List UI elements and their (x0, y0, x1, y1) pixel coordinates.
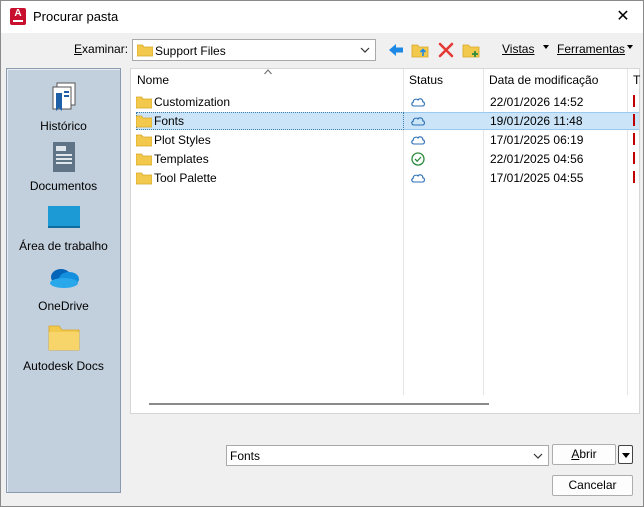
file-name: Customization (154, 95, 231, 109)
open-button-label-rest: brir (579, 447, 597, 461)
look-in-label: Examinar: (74, 42, 129, 56)
file-name: Templates (154, 152, 209, 166)
file-name: Tool Palette (154, 171, 217, 185)
file-row[interactable]: Templates 22/01/2025 04:56 (132, 150, 639, 168)
place-label: Autodesk Docs (23, 359, 104, 373)
tools-caret-icon[interactable] (627, 45, 633, 49)
places-bar: Histórico Documentos Área de trabalho On… (6, 68, 121, 493)
browse-folder-dialog: A Procurar pasta ✕ Examinar: Support Fil… (0, 0, 644, 507)
place-onedrive[interactable]: OneDrive (7, 255, 120, 315)
file-date: 19/01/2026 11:48 (490, 114, 583, 128)
folder-icon (136, 115, 152, 128)
place-label: OneDrive (38, 299, 89, 313)
folder-icon (136, 172, 152, 185)
file-row[interactable]: Tool Palette 17/01/2025 04:55 (132, 169, 639, 187)
caret-down-icon (622, 453, 630, 458)
folder-icon (137, 44, 153, 57)
onedrive-icon (50, 269, 79, 288)
file-name: Fonts (154, 114, 185, 128)
file-name: Plot Styles (154, 133, 211, 147)
views-menu-label: Vistas (502, 42, 535, 56)
type-cell-fragment (633, 171, 635, 183)
synced-check-icon (411, 152, 425, 166)
history-icon (52, 82, 76, 111)
delete-icon[interactable] (437, 41, 455, 59)
cancel-button[interactable]: Cancelar (552, 475, 633, 496)
place-label: Área de trabalho (19, 239, 108, 253)
file-list[interactable]: Nome Status Data de modificação T Custom… (130, 68, 640, 414)
look-in-label-rest: xaminar: (82, 42, 129, 56)
file-date: 22/01/2026 14:52 (490, 95, 584, 109)
tools-menu-label: Ferramentas (557, 42, 626, 56)
column-header-type[interactable]: T (627, 69, 640, 91)
dialog-title: Procurar pasta (33, 9, 119, 24)
file-date: 17/01/2025 04:55 (490, 171, 584, 185)
folder-name-value: Fonts (230, 449, 261, 463)
open-options-button[interactable] (618, 445, 633, 464)
column-header-name[interactable]: Nome (131, 69, 403, 91)
views-menu[interactable]: Vistas (502, 42, 534, 56)
back-arrow-icon[interactable] (387, 41, 405, 59)
type-cell-fragment (633, 95, 635, 107)
place-label: Histórico (40, 119, 87, 133)
cloud-icon (411, 117, 425, 126)
file-row[interactable]: Fonts 19/01/2026 11:48 (132, 112, 639, 130)
file-date: 22/01/2025 04:56 (490, 152, 584, 166)
chevron-down-icon (533, 453, 543, 459)
title-bar: A Procurar pasta ✕ (1, 1, 643, 33)
place-desktop[interactable]: Área de trabalho (7, 195, 120, 255)
column-header-date-modified[interactable]: Data de modificação (483, 69, 627, 91)
cloud-icon (411, 136, 425, 145)
type-cell-fragment (633, 114, 635, 126)
autodesk-docs-folder-icon (48, 325, 80, 351)
look-in-value: Support Files (155, 44, 226, 58)
place-documents[interactable]: Documentos (7, 135, 120, 195)
place-history[interactable]: Histórico (7, 75, 120, 135)
horizontal-scrollbar[interactable] (149, 403, 489, 405)
column-header-status[interactable]: Status (403, 69, 483, 91)
tools-menu[interactable]: Ferramentas (557, 42, 625, 56)
cloud-icon (411, 174, 425, 183)
desktop-icon (48, 206, 80, 228)
folder-name-dropdown[interactable]: Fonts (226, 445, 549, 466)
up-folder-icon[interactable] (411, 41, 429, 59)
folder-icon (136, 134, 152, 147)
file-row[interactable]: Customization 22/01/2026 14:52 (132, 93, 639, 111)
file-date: 17/01/2025 06:19 (490, 133, 584, 147)
type-cell-fragment (633, 133, 635, 145)
place-autodesk-docs[interactable]: Autodesk Docs (7, 315, 120, 375)
open-button[interactable]: Abrir (552, 444, 616, 465)
file-row[interactable]: Plot Styles 17/01/2025 06:19 (132, 131, 639, 149)
folder-icon (136, 96, 152, 109)
autocad-app-icon: A (10, 8, 26, 25)
new-folder-icon[interactable] (462, 41, 480, 59)
documents-icon (53, 142, 75, 172)
close-button[interactable]: ✕ (613, 7, 633, 27)
cloud-icon (411, 98, 425, 107)
views-caret-icon[interactable] (543, 45, 549, 49)
folder-icon (136, 153, 152, 166)
place-label: Documentos (29, 179, 98, 193)
type-cell-fragment (633, 152, 635, 164)
chevron-down-icon (360, 47, 370, 53)
look-in-dropdown[interactable]: Support Files (132, 39, 376, 61)
